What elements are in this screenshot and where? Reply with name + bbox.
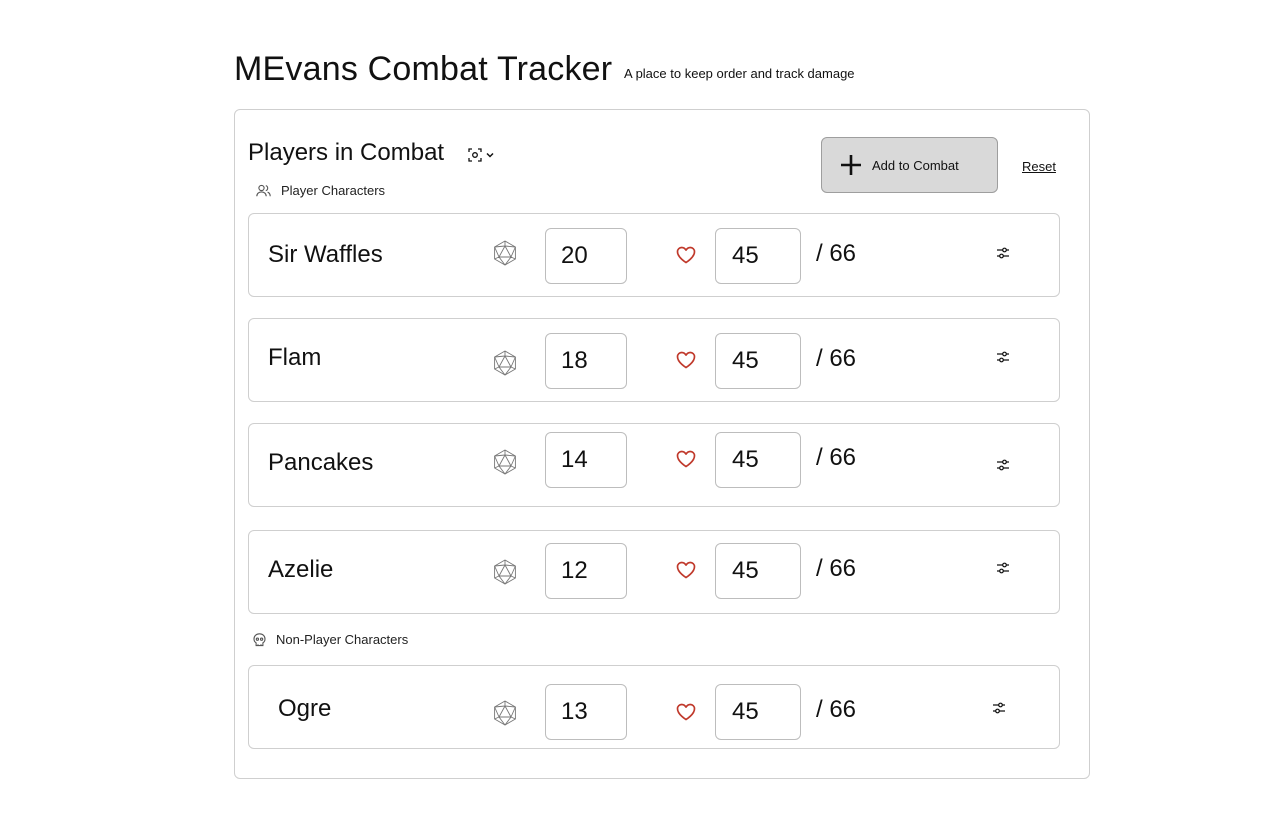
panel-title: Players in Combat bbox=[248, 139, 445, 166]
combatant-card: Sir Waffles 20 45 / 66 bbox=[248, 213, 1060, 297]
sliders-icon[interactable] bbox=[996, 246, 1010, 260]
player-characters-label: Player Characters bbox=[256, 183, 385, 198]
combatant-name: Ogre bbox=[278, 695, 332, 722]
npc-text: Non-Player Characters bbox=[276, 632, 409, 647]
combatant-card: Azelie 12 45 / 66 bbox=[248, 530, 1060, 614]
d20-icon bbox=[494, 449, 516, 475]
app-subtitle: A place to keep order and track damage bbox=[624, 66, 855, 81]
d20-icon bbox=[494, 559, 516, 585]
heart-icon[interactable] bbox=[676, 703, 696, 721]
heart-icon[interactable] bbox=[676, 450, 696, 468]
add-to-combat-label: Add to Combat bbox=[872, 157, 959, 173]
combatant-name: Flam bbox=[268, 344, 322, 371]
add-to-combat-button[interactable]: Add to Combat bbox=[821, 137, 998, 193]
hp-input[interactable]: 45 bbox=[715, 228, 801, 284]
heart-icon[interactable] bbox=[676, 246, 696, 264]
hp-input[interactable]: 45 bbox=[715, 333, 801, 389]
hp-input[interactable]: 45 bbox=[715, 543, 801, 599]
max-hp: / 66 bbox=[816, 555, 857, 582]
max-hp: / 66 bbox=[816, 696, 857, 723]
initiative-input[interactable]: 13 bbox=[545, 684, 627, 740]
npc-label: Non-Player Characters bbox=[253, 632, 408, 647]
combatant-card: Ogre 13 45 / 66 bbox=[248, 665, 1060, 749]
scan-icon bbox=[468, 148, 482, 162]
users-icon bbox=[256, 184, 271, 197]
initiative-input[interactable]: 20 bbox=[545, 228, 627, 284]
initiative-input[interactable]: 14 bbox=[545, 432, 627, 488]
d20-icon bbox=[494, 350, 516, 376]
max-hp: / 66 bbox=[816, 345, 857, 372]
max-hp: / 66 bbox=[816, 240, 857, 267]
sliders-icon[interactable] bbox=[996, 350, 1010, 364]
plus-icon bbox=[841, 155, 861, 175]
player-characters-text: Player Characters bbox=[281, 183, 386, 198]
max-hp: / 66 bbox=[816, 444, 857, 471]
hp-input[interactable]: 45 bbox=[715, 684, 801, 740]
combatant-card: Pancakes 14 45 / 66 bbox=[248, 423, 1060, 507]
skull-icon bbox=[253, 632, 266, 646]
reset-link[interactable]: Reset bbox=[1022, 159, 1056, 174]
sliders-icon[interactable] bbox=[996, 561, 1010, 575]
view-toggle-dropdown[interactable] bbox=[468, 145, 502, 165]
d20-icon bbox=[494, 240, 516, 266]
combatant-name: Sir Waffles bbox=[268, 241, 383, 268]
combatant-name: Azelie bbox=[268, 556, 334, 583]
chevron-down-icon bbox=[486, 152, 494, 158]
combatant-card: Flam 18 45 / 66 bbox=[248, 318, 1060, 402]
initiative-input[interactable]: 12 bbox=[545, 543, 627, 599]
d20-icon bbox=[494, 700, 516, 726]
sliders-icon[interactable] bbox=[992, 701, 1006, 715]
sliders-icon[interactable] bbox=[996, 458, 1010, 472]
heart-icon[interactable] bbox=[676, 351, 696, 369]
heart-icon[interactable] bbox=[676, 561, 696, 579]
app-title: MEvans Combat Tracker bbox=[234, 50, 613, 88]
combatant-name: Pancakes bbox=[268, 449, 374, 476]
initiative-input[interactable]: 18 bbox=[545, 333, 627, 389]
hp-input[interactable]: 45 bbox=[715, 432, 801, 488]
